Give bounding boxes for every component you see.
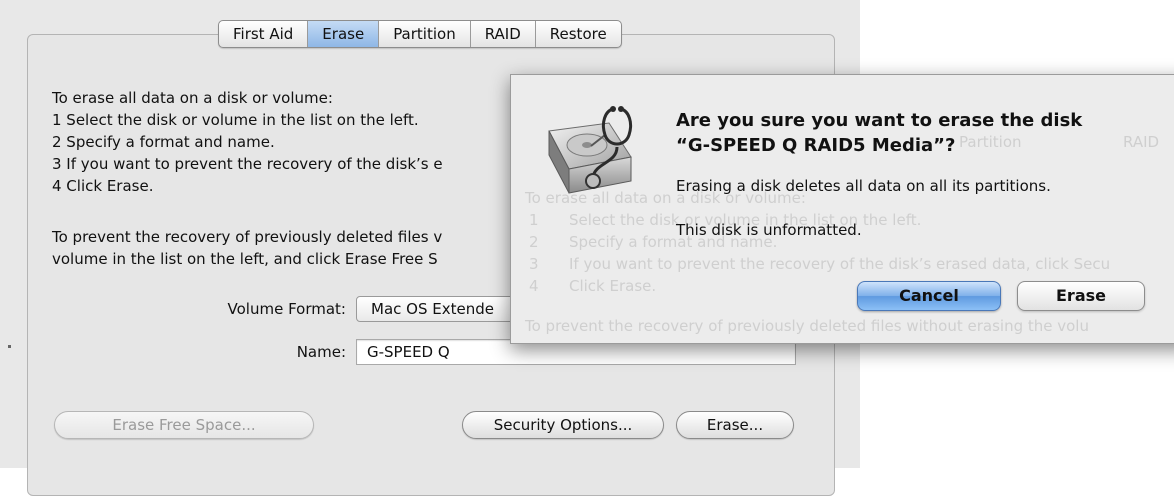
ghost-text: If you want to prevent the recovery of t… <box>569 255 1111 273</box>
instruction-line: To prevent the recovery of previously de… <box>52 228 443 246</box>
ghost-text: 2 <box>529 233 539 251</box>
tab-restore[interactable]: Restore <box>536 21 621 47</box>
instruction-line: 2 Specify a format and name. <box>52 133 275 151</box>
dialog-title-line: “G-SPEED Q RAID5 Media”? <box>676 135 956 156</box>
tab-first-aid[interactable]: First Aid <box>219 21 309 47</box>
erase-confirmation-dialog: Partition RAID To erase all data on a di… <box>510 74 1174 344</box>
security-options-button[interactable]: Security Options... <box>462 411 664 439</box>
instruction-line: 3 If you want to prevent the recovery of… <box>52 155 443 173</box>
name-label: Name: <box>296 343 346 361</box>
tab-partition[interactable]: Partition <box>379 21 471 47</box>
instruction-line: 4 Click Erase. <box>52 177 154 195</box>
free-space-instructions: To prevent the recovery of previously de… <box>52 226 442 270</box>
dialog-detail: This disk is unformatted. <box>676 221 862 239</box>
ghost-text: 3 <box>529 255 539 273</box>
cancel-button[interactable]: Cancel <box>857 281 1001 311</box>
ghost-text: 4 <box>529 277 539 295</box>
dialog-message: Erasing a disk deletes all data on all i… <box>676 177 1051 195</box>
dialog-title-line: Are you sure you want to erase the disk <box>676 110 1083 131</box>
tab-bar: First Aid Erase Partition RAID Restore <box>218 20 622 48</box>
ghost-text: 1 <box>529 211 539 229</box>
ghost-tab-raid: RAID <box>1123 133 1160 151</box>
instruction-line: To erase all data on a disk or volume: <box>52 89 333 107</box>
erase-instructions: To erase all data on a disk or volume: 1 … <box>52 87 443 197</box>
erase-free-space-button[interactable]: Erase Free Space... <box>54 411 314 439</box>
instruction-line: volume in the list on the left, and clic… <box>52 250 438 268</box>
erase-button[interactable]: Erase... <box>676 411 794 439</box>
tab-erase[interactable]: Erase <box>308 21 380 47</box>
tab-raid[interactable]: RAID <box>471 21 536 47</box>
pointer-mark <box>8 345 11 348</box>
volume-format-label: Volume Format: <box>227 300 346 318</box>
ghost-text: To prevent the recovery of previously de… <box>525 317 1089 335</box>
dialog-title: Are you sure you want to erase the disk “… <box>676 108 1082 158</box>
instruction-line: 1 Select the disk or volume in the list … <box>52 111 419 129</box>
ghost-text: Click Erase. <box>569 277 657 295</box>
disk-utility-icon <box>548 106 633 194</box>
confirm-erase-button[interactable]: Erase <box>1017 281 1145 311</box>
